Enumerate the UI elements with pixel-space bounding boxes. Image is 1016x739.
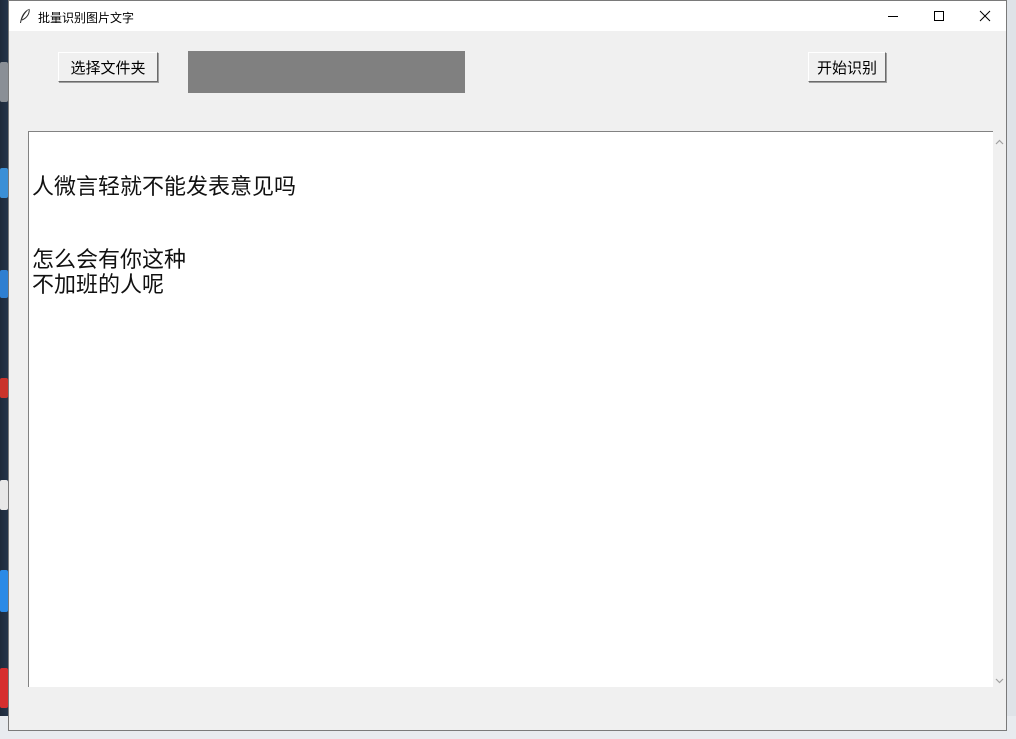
select-folder-button[interactable]: 选择文件夹 <box>58 52 158 82</box>
vertical-scrollbar[interactable] <box>993 131 1006 687</box>
feather-icon <box>18 8 32 24</box>
desktop-shortcut-icon <box>0 62 8 102</box>
desktop-shortcut-icon <box>0 668 8 708</box>
chevron-up-icon <box>995 130 1004 149</box>
close-icon <box>979 7 991 26</box>
start-recognition-button[interactable]: 开始识别 <box>808 52 886 82</box>
title-bar[interactable]: 批量识别图片文字 <box>9 1 1006 31</box>
window-title: 批量识别图片文字 <box>38 11 135 25</box>
scroll-up-button[interactable] <box>993 133 1006 146</box>
recognized-text: 人微言轻就不能发表意见吗 怎么会有你这种 不加班的人呢 <box>32 174 297 298</box>
maximize-button[interactable] <box>916 1 962 31</box>
result-text-area[interactable]: 人微言轻就不能发表意见吗 怎么会有你这种 不加班的人呢 <box>28 131 993 687</box>
desktop-shortcut-icon <box>0 168 8 198</box>
close-button[interactable] <box>962 1 1008 31</box>
desktop-shortcut-icon <box>0 378 8 398</box>
folder-path-display <box>188 51 465 93</box>
minimize-icon <box>887 7 899 26</box>
minimize-button[interactable] <box>870 1 916 31</box>
desktop-shortcut-icon <box>0 270 8 298</box>
scroll-down-button[interactable] <box>993 672 1006 685</box>
desktop-shortcut-icon <box>0 570 8 612</box>
desktop-shortcut-icon <box>0 480 8 510</box>
app-window: 批量识别图片文字 选择文件夹 开始识别 人微言轻就不能发表意见吗 怎么会有你这种… <box>8 0 1007 731</box>
chevron-down-icon <box>995 669 1004 688</box>
maximize-icon <box>933 7 945 26</box>
